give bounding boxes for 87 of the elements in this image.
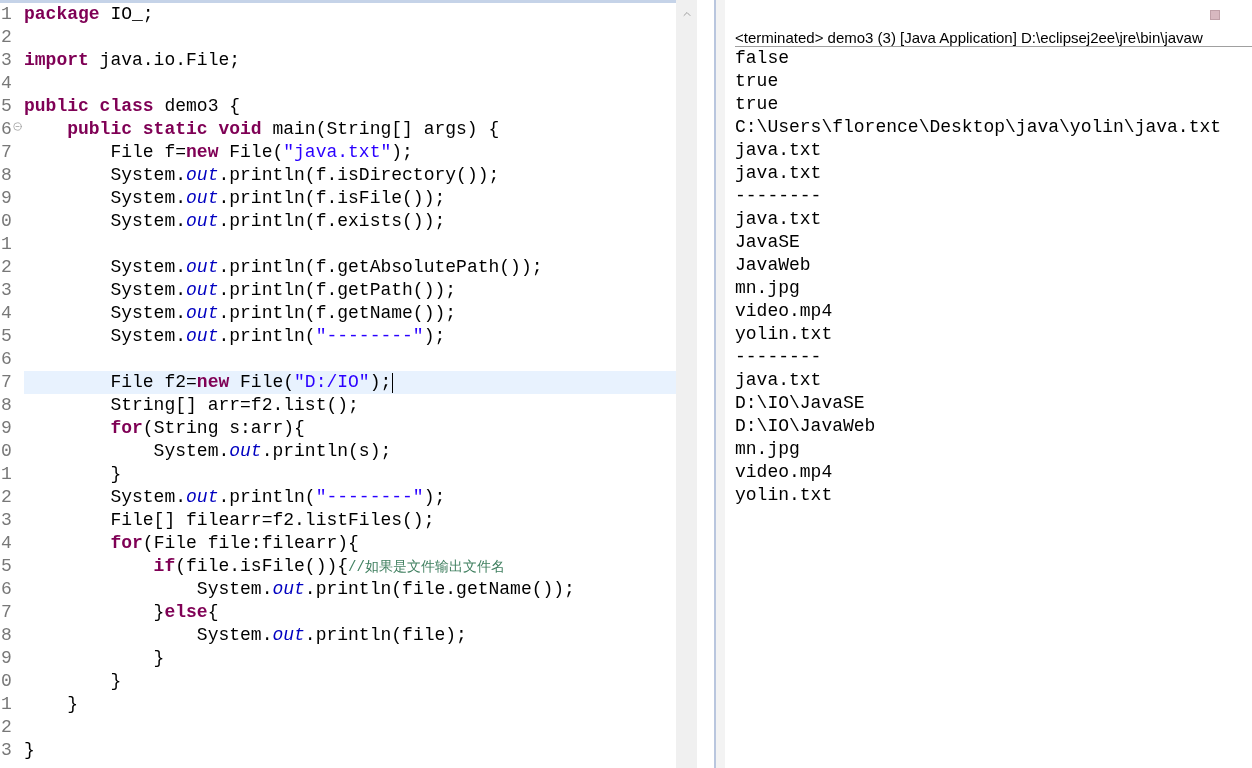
line-number: 2 [0,26,12,49]
code-line: System.out.println(f.getAbsolutePath()); [109,256,543,279]
console-output-line: mn.jpg [735,277,800,300]
code-line: public class demo3 { [24,95,241,118]
console-output-line: java.txt [735,139,822,162]
code-line: System.out.println(file.getName()); [195,578,575,601]
line-number: 5 [0,325,12,348]
stop-icon[interactable] [1210,10,1220,20]
line-number: 5 [0,555,12,578]
console-output-line: video.mp4 [735,461,833,484]
console-output-line: yolin.txt [735,484,833,507]
line-number: 1 [0,233,12,256]
console-output-line: JavaWeb [735,254,811,277]
pane-sash[interactable] [714,0,725,768]
line-number: 2 [0,486,12,509]
code-line: System.out.println(f.isFile()); [109,187,446,210]
line-number: 6 [0,348,12,371]
console-output-line: -------- [735,185,822,208]
line-number: 2 [0,256,12,279]
code-line: System.out.println(f.getName()); [109,302,457,325]
line-number: 3 [0,49,12,72]
console-output-line: yolin.txt [735,323,833,346]
line-number: 1 [0,463,12,486]
console-output-line: true [735,70,779,93]
line-number: 8 [0,624,12,647]
line-number: 9 [0,417,12,440]
code-line: System.out.println(file); [195,624,467,647]
line-number: 4 [0,72,12,95]
line-number: 0 [0,670,12,693]
code-line: package IO_; [24,3,154,26]
console-output-line: java.txt [735,162,822,185]
code-line: System.out.println("--------"); [109,486,446,509]
code-line: File f2=new File("D:/IO"); [109,371,392,394]
line-number: 9 [0,187,12,210]
line-number: 8 [0,394,12,417]
code-line: System.out.println(f.exists()); [109,210,446,233]
line-number: 6 [0,118,12,141]
line-number: 4 [0,532,12,555]
code-line: public static void main(String[] args) { [66,118,500,141]
line-number: 8 [0,164,12,187]
code-line: }else{ [152,601,219,624]
line-number: 3 [0,739,12,762]
console-output-line: java.txt [735,208,822,231]
console-output-line: D:\IO\JavaWeb [735,415,876,438]
line-number: 6 [0,578,12,601]
line-number: 7 [0,601,12,624]
code-line: } [152,647,165,670]
code-line: System.out.println("--------"); [109,325,446,348]
code-line: } [109,670,122,693]
code-line: if(file.isFile()){//如果是文件输出文件名 [152,554,505,578]
collapse-icon[interactable] [12,122,22,131]
console-output-line: false [735,47,789,70]
console-output-line: java.txt [735,369,822,392]
line-number: 0 [0,440,12,463]
code-line: } [24,739,35,762]
line-number: 1 [0,3,12,26]
code-line: System.out.println(f.isDirectory()); [109,164,500,187]
line-number: 5 [0,95,12,118]
line-number: 7 [0,371,12,394]
line-number: 2 [0,716,12,739]
vertical-scrollbar[interactable] [676,0,697,768]
console-header: <terminated> demo3 (3) [Java Application] D:\eclipsej2ee\jre\bin\javaw [735,27,1203,47]
code-line: for(File file:filearr){ [109,532,359,555]
console-output-line: JavaSE [735,231,800,254]
console-output-line: mn.jpg [735,438,800,461]
console-output-line: C:\Users\florence\Desktop\java\yolin\java.txt [735,116,1222,139]
line-number: 3 [0,279,12,302]
line-number: 4 [0,302,12,325]
code-line: import java.io.File; [24,49,241,72]
code-line: for(String s:arr){ [109,417,305,440]
line-number: 7 [0,141,12,164]
line-number: 9 [0,647,12,670]
code-line: File[] filearr=f2.listFiles(); [109,509,435,532]
line-number: 0 [0,210,12,233]
console-output-line: video.mp4 [735,300,833,323]
line-number: 1 [0,693,12,716]
console-output-line: -------- [735,346,822,369]
code-line: } [109,463,122,486]
code-line: } [66,693,78,716]
code-line: String[] arr=f2.list(); [109,394,359,417]
code-line: File f=new File("java.txt"); [109,141,413,164]
text-cursor [392,372,394,393]
console-output-line: true [735,93,779,116]
console-output-line: D:\IO\JavaSE [735,392,865,415]
line-number: 3 [0,509,12,532]
code-line: System.out.println(f.getPath()); [109,279,457,302]
code-line: System.out.println(s); [152,440,392,463]
